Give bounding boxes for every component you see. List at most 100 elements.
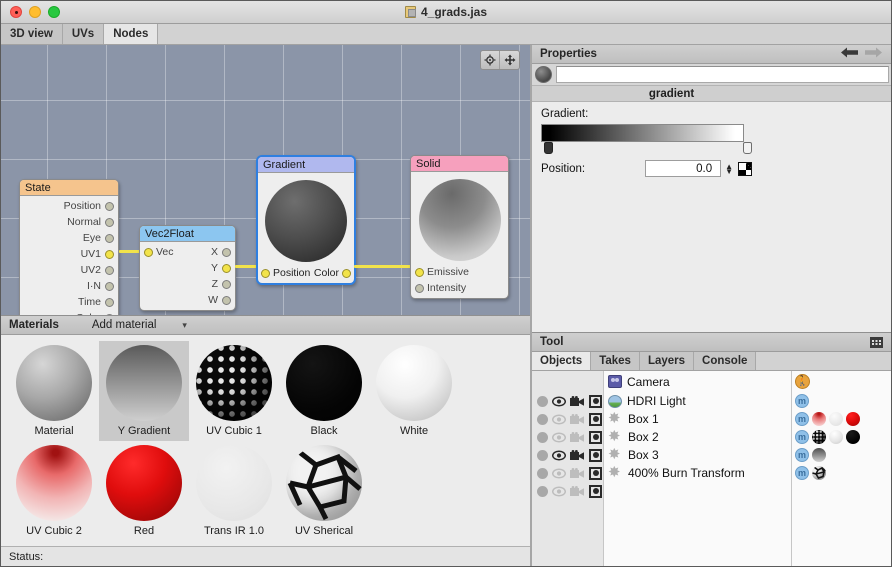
port-dot[interactable] [105,217,114,227]
port-position-in[interactable]: Position [261,267,310,279]
select-dot-icon[interactable] [537,413,548,425]
material-swatch[interactable] [829,430,843,444]
material-item[interactable]: White [369,341,459,441]
port-dot[interactable] [261,268,270,278]
node-vec2float[interactable]: Vec2Float Vec X Y Z W [139,225,236,311]
node-solid[interactable]: Solid Emissive Intensity [410,155,509,299]
camera-icon[interactable] [570,395,585,407]
object-toggle-row[interactable] [532,464,603,482]
port-dot[interactable] [222,247,231,257]
material-badge-icon[interactable]: m [795,430,809,444]
material-item[interactable]: Trans IR 1.0 [189,441,279,541]
tab-3d-view[interactable]: 3D view [1,24,63,44]
port-uv2[interactable]: UV2 [20,262,118,278]
position-input[interactable]: 0.0 [645,160,722,177]
object-row-burn-transform[interactable]: ✸ 400% Burn Transform [604,464,791,482]
port-intensity[interactable]: Intensity [411,280,508,296]
arrow-right-icon[interactable] [865,47,882,61]
eye-icon[interactable] [552,432,566,443]
material-item[interactable]: Material [9,341,99,441]
camera-icon[interactable] [570,467,585,479]
material-swatch[interactable] [846,412,860,426]
material-item[interactable]: Red [99,441,189,541]
target-icon[interactable] [481,51,500,69]
checkerboard-swatch-icon[interactable] [738,161,753,176]
select-dot-icon[interactable] [537,395,548,407]
camera-icon[interactable] [570,413,585,425]
port-dot[interactable] [415,283,424,293]
object-toggle-row[interactable] [532,392,603,410]
object-toggle-row[interactable] [532,482,603,500]
gradient-bar[interactable] [541,124,744,142]
record-icon[interactable] [589,466,602,480]
record-icon[interactable] [589,430,602,444]
port-dot[interactable] [105,249,114,259]
object-material-row[interactable]: m [792,464,891,482]
node-graph-canvas[interactable]: State Position Normal Eye UV1 UV2 I·N Ti… [1,45,530,316]
material-swatch[interactable] [846,430,860,444]
camera-icon[interactable] [570,485,585,497]
stepper-updown-icon[interactable]: ▲ ▼ [725,162,733,175]
object-material-row[interactable]: m [792,392,891,410]
port-normal[interactable]: Normal [20,214,118,230]
port-emissive[interactable]: Emissive [411,264,508,280]
port-dot[interactable] [105,281,114,291]
port-dot[interactable] [342,268,351,278]
zoom-button[interactable] [48,6,60,18]
material-badge-icon[interactable]: m [795,466,809,480]
record-icon[interactable] [589,484,602,498]
node-gradient[interactable]: Gradient Position Color [256,155,356,285]
minimize-button[interactable] [29,6,41,18]
camera-icon[interactable] [570,431,585,443]
eye-icon[interactable] [552,414,566,425]
port-dot[interactable] [105,265,114,275]
record-icon[interactable] [589,412,602,426]
material-swatch[interactable] [812,448,826,462]
object-toggle-row[interactable] [532,428,603,446]
port-dot[interactable] [222,295,231,305]
object-toggle-row[interactable] [532,410,603,428]
node-state[interactable]: State Position Normal Eye UV1 UV2 I·N Ti… [19,179,119,315]
port-dot[interactable] [105,201,114,211]
port-z[interactable]: Z [140,276,235,292]
object-toggle-row[interactable] [532,446,603,464]
add-material-control[interactable]: Add material ▾ [92,319,187,331]
material-item[interactable]: Y Gradient [99,341,189,441]
port-w[interactable]: W [140,292,235,308]
object-row-camera[interactable]: Camera [604,371,791,392]
port-color-out[interactable]: Color [314,267,351,279]
tab-takes[interactable]: Takes [591,352,640,370]
object-material-row[interactable]: 🚶 [792,371,891,392]
port-dot[interactable] [222,263,231,273]
material-item[interactable]: UV Sherical [279,441,369,541]
object-row-hdri-light[interactable]: HDRI Light [604,392,791,410]
select-dot-icon[interactable] [537,431,548,443]
chevron-down-icon[interactable]: ▾ [182,320,187,331]
port-y[interactable]: Y [140,260,235,276]
select-dot-icon[interactable] [537,467,548,479]
eye-icon[interactable] [552,396,566,407]
properties-name-input[interactable] [556,66,889,83]
material-badge-icon[interactable]: m [795,412,809,426]
port-uv1[interactable]: UV1 [20,246,118,262]
material-item[interactable]: UV Cubic 2 [9,441,99,541]
material-item[interactable]: Black [279,341,369,441]
port-position[interactable]: Position [20,198,118,214]
tab-objects[interactable]: Objects [532,352,592,370]
eye-icon[interactable] [552,450,566,461]
object-row-box-1[interactable]: ✸ Box 1 [604,410,791,428]
runner-icon[interactable]: 🚶 [795,374,810,389]
port-dot[interactable] [105,313,114,315]
material-swatch[interactable] [829,412,843,426]
port-time[interactable]: Time [20,294,118,310]
gradient-stop-left[interactable] [544,142,553,154]
select-dot-icon[interactable] [537,449,548,461]
tab-console[interactable]: Console [694,352,757,370]
material-swatch[interactable] [812,430,826,444]
tab-nodes[interactable]: Nodes [104,24,159,44]
gradient-stop-right[interactable] [743,142,752,154]
port-dot[interactable] [105,233,114,243]
port-i-dot-n[interactable]: I·N [20,278,118,294]
select-dot-icon[interactable] [537,485,548,497]
close-button[interactable] [10,6,22,18]
